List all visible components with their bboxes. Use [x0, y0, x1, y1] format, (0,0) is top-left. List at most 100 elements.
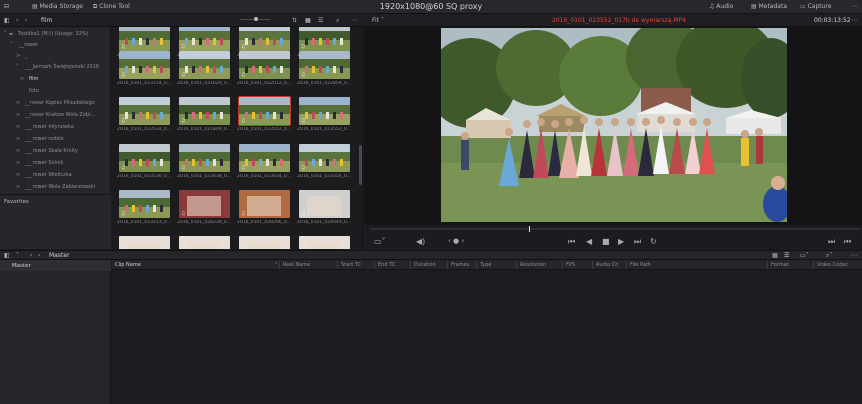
chevron-right-icon[interactable]: > [16, 160, 20, 166]
chevron-right-icon[interactable]: > [16, 172, 20, 178]
volume-icon[interactable]: ◀) [416, 238, 425, 246]
pool-search-icon[interactable]: ⌕˅ [826, 252, 832, 260]
tree-item[interactable]: ˅ ___Jarmark Świętojański 2016 [0, 63, 108, 73]
metadata-tab[interactable]: ▤ Metadata [751, 3, 787, 10]
chevron-right-icon[interactable]: > [16, 148, 20, 154]
tree-item[interactable]: > ___rower Solnik [0, 159, 108, 169]
viewer-options-icon[interactable]: ⋯ [851, 17, 857, 24]
clip-thumbnail[interactable]: ♫ [179, 144, 230, 172]
play-icon[interactable]: ▶ [618, 238, 624, 246]
pool-sort-icon[interactable]: ▭˅ [800, 252, 809, 259]
chevron-right-icon[interactable]: > [20, 76, 24, 82]
clip-thumbnail[interactable] [119, 236, 170, 249]
tree-item[interactable]: > ___rower Wieliczka [0, 171, 108, 181]
bin-list-toggle-icon[interactable]: ◧ [4, 252, 10, 259]
column-header[interactable]: End TC [378, 262, 395, 268]
capture-tab[interactable]: ▭ Capture [800, 3, 831, 10]
pool-options-icon[interactable]: ⋯ [351, 17, 357, 24]
column-divider[interactable] [410, 261, 411, 269]
stop-icon[interactable]: ■ [602, 238, 610, 246]
column-header[interactable]: FPS [566, 262, 575, 268]
column-header[interactable]: Format [771, 262, 789, 268]
column-divider[interactable] [476, 261, 477, 269]
clip-thumbnail[interactable]: ♫ [119, 51, 170, 79]
more-options-icon[interactable]: ⋯ [852, 3, 858, 10]
media-pool-scrollbar[interactable] [359, 145, 362, 185]
column-header[interactable]: Clip Name [115, 262, 141, 268]
column-header[interactable]: Start TC [341, 262, 361, 268]
bin-forward-icon[interactable]: › [38, 252, 40, 259]
column-divider[interactable] [592, 261, 593, 269]
clip-thumbnail[interactable]: ♫ [239, 27, 290, 51]
pool-options-menu-icon[interactable]: ⋯ [851, 252, 857, 259]
clip-thumbnail[interactable]: ♫ [179, 97, 230, 125]
bin-list-item-master[interactable]: Master [0, 260, 111, 271]
zoom-fit-dropdown[interactable]: Fit ˅ [372, 17, 384, 24]
tree-item[interactable]: > _ [0, 52, 108, 62]
clip-thumbnail[interactable]: ♫ [239, 144, 290, 172]
chevron-right-icon[interactable]: > [16, 124, 20, 130]
tree-item[interactable]: > ___rower Skała Kmity [0, 147, 108, 157]
forward-icon[interactable]: › [25, 17, 27, 24]
chevron-right-icon[interactable]: > [16, 100, 20, 106]
tree-item[interactable]: ˅ ▬ Toshiba1 (M:\) (Usage: 32%) [0, 30, 108, 40]
jog-control[interactable]: ‹ ● › [448, 238, 464, 245]
column-divider[interactable] [626, 261, 627, 269]
clip-thumbnail[interactable]: ♫ [299, 27, 350, 51]
clip-thumbnail[interactable]: ♫ [179, 190, 230, 218]
clip-thumbnail[interactable]: ♫ [238, 96, 291, 126]
column-divider[interactable] [516, 261, 517, 269]
clip-thumbnail[interactable]: ♫ [299, 51, 350, 79]
column-divider[interactable] [562, 261, 563, 269]
loop-icon[interactable]: ↻ [650, 238, 657, 246]
play-reverse-icon[interactable]: ◀ [586, 238, 592, 246]
column-header[interactable]: File Path [630, 262, 651, 268]
bin-back-icon[interactable]: ‹ [30, 252, 32, 259]
tree-item[interactable]: > film [0, 75, 108, 85]
list-view-icon[interactable]: ☰ [318, 17, 323, 24]
chevron-down-icon[interactable]: ˅ [4, 31, 7, 37]
clip-thumbnail[interactable]: ♫ [119, 27, 170, 51]
tree-item[interactable]: > __rower Kraków Wola Zobi... [0, 111, 108, 121]
viewer-playhead[interactable] [529, 226, 530, 232]
pool-grid-view-icon[interactable]: ▦ [772, 252, 778, 259]
skip-to-start-icon[interactable]: ⏮ [568, 238, 575, 246]
column-header[interactable]: Duration [414, 262, 436, 268]
tree-item[interactable]: > ___rower rodzie [0, 135, 108, 145]
chevron-right-icon[interactable]: > [16, 136, 20, 142]
column-header[interactable]: Video Codec [817, 262, 848, 268]
tree-item[interactable]: foto [0, 87, 108, 97]
chevron-down-icon[interactable]: ˅ [10, 42, 13, 48]
clip-thumbnail[interactable]: ♫ [299, 144, 350, 172]
mark-out-icon[interactable]: ⏮ [844, 238, 851, 246]
clip-thumbnail[interactable]: ♫ [119, 97, 170, 125]
search-icon[interactable]: ⌕ [336, 17, 339, 25]
column-divider[interactable] [813, 261, 814, 269]
column-header[interactable]: Resolution [520, 262, 546, 268]
tree-item[interactable]: > ___rower Wola Zabierzowski [0, 183, 108, 193]
mark-in-icon[interactable]: ⏭ [828, 238, 835, 246]
tree-item[interactable]: > ___rower młynowka [0, 123, 108, 133]
tree-item[interactable]: ˅ __rower [0, 41, 108, 51]
column-header[interactable]: Reel Name [283, 262, 310, 268]
column-divider[interactable] [447, 261, 448, 269]
sort-ascending-icon[interactable]: ⌃ [274, 262, 278, 268]
column-divider[interactable] [337, 261, 338, 269]
column-divider[interactable] [767, 261, 768, 269]
column-header[interactable]: Frames [451, 262, 469, 268]
column-divider[interactable] [374, 261, 375, 269]
audio-tab[interactable]: ♫ Audio [709, 3, 733, 10]
skip-to-end-icon[interactable]: ⏭ [634, 238, 641, 246]
sort-icon[interactable]: ⇅ [292, 17, 297, 24]
chevron-right-icon[interactable]: > [16, 184, 20, 190]
clip-thumbnail[interactable]: ♫ [119, 144, 170, 172]
clip-thumbnail[interactable]: ♫ [179, 51, 230, 79]
chevron-right-icon[interactable]: > [16, 112, 20, 118]
column-header[interactable]: Audio Ch [596, 262, 618, 268]
clip-thumbnail[interactable]: ♫ [239, 190, 290, 218]
clip-thumbnail[interactable] [239, 236, 290, 249]
clip-thumbnail[interactable] [299, 236, 350, 249]
clip-thumbnail[interactable]: ♫ [299, 190, 350, 218]
clip-thumbnail[interactable]: ♫ [119, 190, 170, 218]
chevron-right-icon[interactable]: > [16, 53, 20, 59]
